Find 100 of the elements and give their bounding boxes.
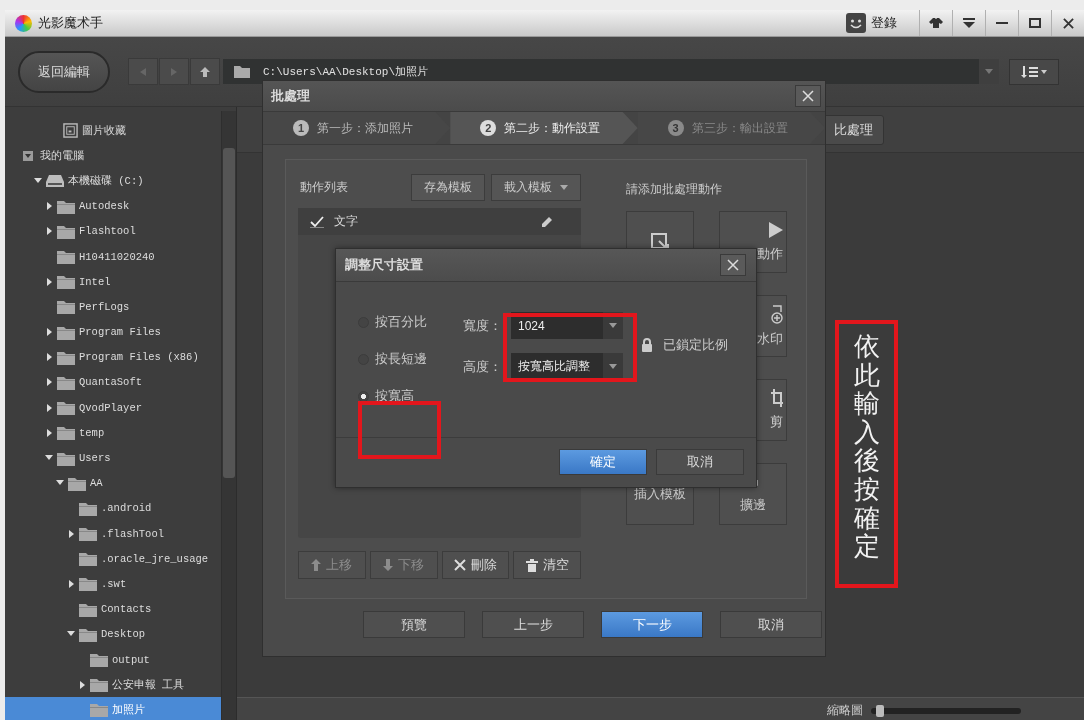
dialog-button[interactable]: 確定 <box>559 449 647 475</box>
caret-icon[interactable] <box>609 323 617 328</box>
footer-button[interactable]: 取消 <box>720 611 822 638</box>
scrollbar[interactable] <box>221 111 236 720</box>
collapse-toggle-icon[interactable] <box>23 150 33 161</box>
tree-item[interactable]: QuantaSoft <box>5 369 221 396</box>
tree-item[interactable]: Contacts <box>5 596 221 622</box>
footer-button[interactable]: 上一步 <box>482 611 584 638</box>
tree-item[interactable]: Intel <box>5 269 221 295</box>
left-triangle-icon <box>140 67 146 76</box>
tree-item-label: QvodPlayer <box>79 401 142 414</box>
down-arrow-icon <box>383 559 394 571</box>
collapsed-arrow-icon[interactable] <box>45 328 53 337</box>
folder-icon <box>79 526 97 542</box>
tree-item[interactable]: 公安申報 工具 <box>5 672 221 698</box>
clear-button[interactable]: 清空 <box>513 551 581 579</box>
picture-frame-icon <box>63 123 78 139</box>
tree-item-label: .flashTool <box>101 527 164 540</box>
tree-item[interactable]: .android <box>5 495 221 521</box>
tree-item[interactable]: 圖片收藏 <box>5 118 221 144</box>
tree-item[interactable]: .swt <box>5 571 221 597</box>
sort-view-button[interactable] <box>1009 58 1059 85</box>
tree-item[interactable]: 我的電腦 <box>5 143 221 169</box>
collapsed-arrow-icon[interactable] <box>45 403 53 412</box>
action-list-item[interactable]: 文字 <box>298 208 581 235</box>
collapsed-arrow-icon[interactable] <box>67 529 75 538</box>
thumbnail-size-slider[interactable] <box>871 708 1021 714</box>
tree-item[interactable]: H10411020240 <box>5 243 221 270</box>
tree-item[interactable]: output <box>5 646 221 673</box>
tree-item[interactable]: Desktop <box>5 621 221 647</box>
footer-button[interactable]: 預覽 <box>363 611 465 638</box>
tree-item[interactable]: Autodesk <box>5 193 221 219</box>
tree-item-label: Users <box>79 452 111 465</box>
scrollbar-thumb[interactable] <box>223 148 235 478</box>
checkmark-icon[interactable] <box>310 215 324 228</box>
folder-icon <box>90 652 108 668</box>
collapsed-arrow-icon[interactable] <box>45 202 53 211</box>
radio-button[interactable] <box>358 390 369 402</box>
tree-item-label: PerfLogs <box>79 300 130 313</box>
lock-icon[interactable] <box>641 338 653 352</box>
folder-icon <box>234 65 250 78</box>
folder-icon <box>57 324 75 340</box>
sort-list-icon <box>1021 65 1047 78</box>
collapsed-arrow-icon[interactable] <box>45 227 53 236</box>
tree-item-label: H10411020240 <box>79 250 155 263</box>
back-to-edit-button[interactable]: 返回編輯 <box>18 50 110 93</box>
height-label: 高度： <box>463 357 503 376</box>
radio-option[interactable]: 按長短邊 <box>358 349 463 369</box>
folder-icon <box>57 198 75 214</box>
tree-item-label: .android <box>101 502 152 515</box>
tree-item[interactable]: Program Files (x86) <box>5 344 221 370</box>
close-button[interactable] <box>720 254 746 276</box>
step-tab[interactable]: 2 第二步：動作設置 <box>450 112 638 144</box>
caret-icon[interactable] <box>609 364 617 369</box>
tree-item[interactable]: QvodPlayer <box>5 395 221 421</box>
dialog-title: 調整尺寸設置 <box>345 256 423 274</box>
tree-item-label: Autodesk <box>79 200 130 213</box>
tree-item[interactable]: 加照片 <box>5 697 221 720</box>
crop-icon <box>771 389 783 407</box>
tree-item[interactable]: AA <box>5 470 221 496</box>
folder-icon <box>57 249 75 265</box>
pencil-icon[interactable] <box>541 215 553 228</box>
menu-caret-icon <box>963 18 975 28</box>
close-button[interactable] <box>795 85 821 107</box>
collapsed-arrow-icon[interactable] <box>67 579 75 588</box>
slider-thumb[interactable] <box>875 705 884 717</box>
folder-icon <box>57 425 75 441</box>
tree-item[interactable]: Users <box>5 445 221 471</box>
tree-item-label: Contacts <box>101 603 152 616</box>
expanded-arrow-icon[interactable] <box>34 176 42 185</box>
collapsed-arrow-icon[interactable] <box>78 680 86 689</box>
delete-button[interactable]: 刪除 <box>441 551 510 579</box>
folder-icon <box>90 677 108 693</box>
collapsed-arrow-icon[interactable] <box>45 378 53 387</box>
footer-button[interactable]: 下一步 <box>601 611 703 638</box>
height-combo-field[interactable]: 按寬高比調整 <box>511 353 623 380</box>
tree-item[interactable]: temp <box>5 420 221 446</box>
collapsed-arrow-icon[interactable] <box>45 277 53 286</box>
tree-item[interactable]: Program Files <box>5 319 221 345</box>
window-title: 光影魔术手 <box>38 14 103 32</box>
collapsed-arrow-icon[interactable] <box>45 353 53 362</box>
login-link[interactable]: 登錄 <box>871 14 897 32</box>
folder-icon <box>79 500 97 516</box>
tree-item-label: Flashtool <box>79 225 136 238</box>
tree-item[interactable]: .oracle_jre_usage <box>5 546 221 572</box>
play-icon <box>769 221 783 238</box>
collapsed-arrow-icon[interactable] <box>45 428 53 437</box>
up-arrow-button[interactable] <box>190 58 220 85</box>
folder-icon <box>57 400 75 416</box>
radio-option[interactable]: 按百分比 <box>358 312 463 332</box>
tree-item[interactable]: PerfLogs <box>5 294 221 320</box>
load-template-button[interactable]: 載入模板 <box>491 174 581 201</box>
tree-item-label: QuantaSoft <box>79 376 142 389</box>
tree-item[interactable]: 本機磁碟 (C:) <box>5 168 221 194</box>
save-template-button[interactable]: 存為模板 <box>411 174 485 201</box>
dialog-button[interactable]: 取消 <box>656 449 744 475</box>
tree-item[interactable]: .flashTool <box>5 521 221 547</box>
tree-item-label: Program Files (x86) <box>79 351 199 364</box>
tree-item[interactable]: Flashtool <box>5 218 221 244</box>
smiley-avatar-icon[interactable] <box>846 13 866 33</box>
